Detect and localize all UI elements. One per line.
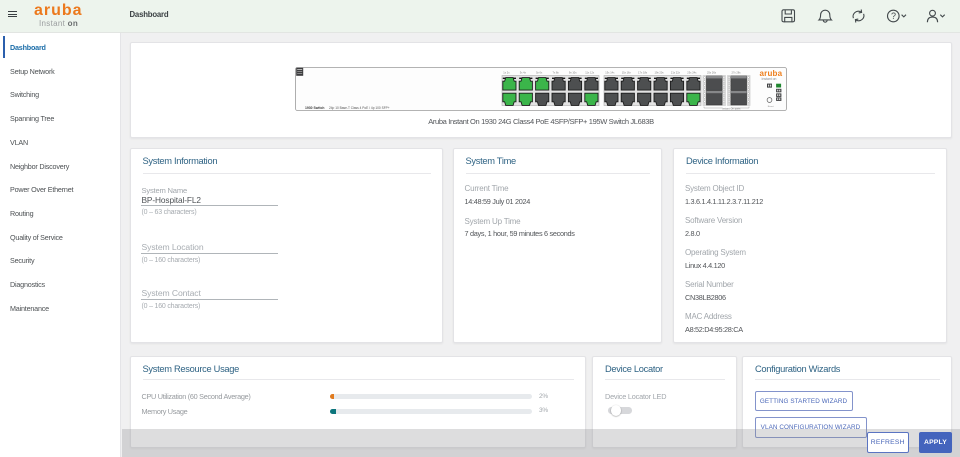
svg-text:11x 12x: 11x 12x — [585, 70, 595, 74]
svg-text:21x 22x: 21x 22x — [671, 70, 681, 74]
svg-text:9x 10x: 9x 10x — [569, 70, 577, 74]
svg-text:23x 24x: 23x 24x — [687, 70, 697, 74]
svg-text:?: ? — [891, 11, 896, 21]
svg-text:5x 6x: 5x 6x — [536, 70, 543, 74]
svg-text:13x 14x: 13x 14x — [605, 70, 615, 74]
svg-text:17x 18x: 17x 18x — [638, 70, 648, 74]
svg-text:19x 20x: 19x 20x — [655, 70, 665, 74]
svg-text:27x 28x: 27x 28x — [732, 70, 742, 74]
svg-text:24p 10 Base-T Class 4 PoE / 4p: 24p 10 Base-T Class 4 PoE / 4p 100 SFP+ — [329, 106, 390, 110]
svg-text:Instant On ports: Instant On ports — [722, 107, 741, 111]
svg-text:Reset: Reset — [768, 105, 774, 108]
svg-text:25x 26x: 25x 26x — [707, 70, 717, 74]
svg-text:Instant on: Instant on — [762, 77, 777, 81]
svg-text:3x 4x: 3x 4x — [520, 70, 527, 74]
svg-text:7x 8x: 7x 8x — [553, 70, 560, 74]
svg-text:15x 16x: 15x 16x — [622, 70, 632, 74]
svg-text:1930 Switch: 1930 Switch — [305, 106, 324, 110]
svg-text:1x 2x: 1x 2x — [503, 70, 510, 74]
